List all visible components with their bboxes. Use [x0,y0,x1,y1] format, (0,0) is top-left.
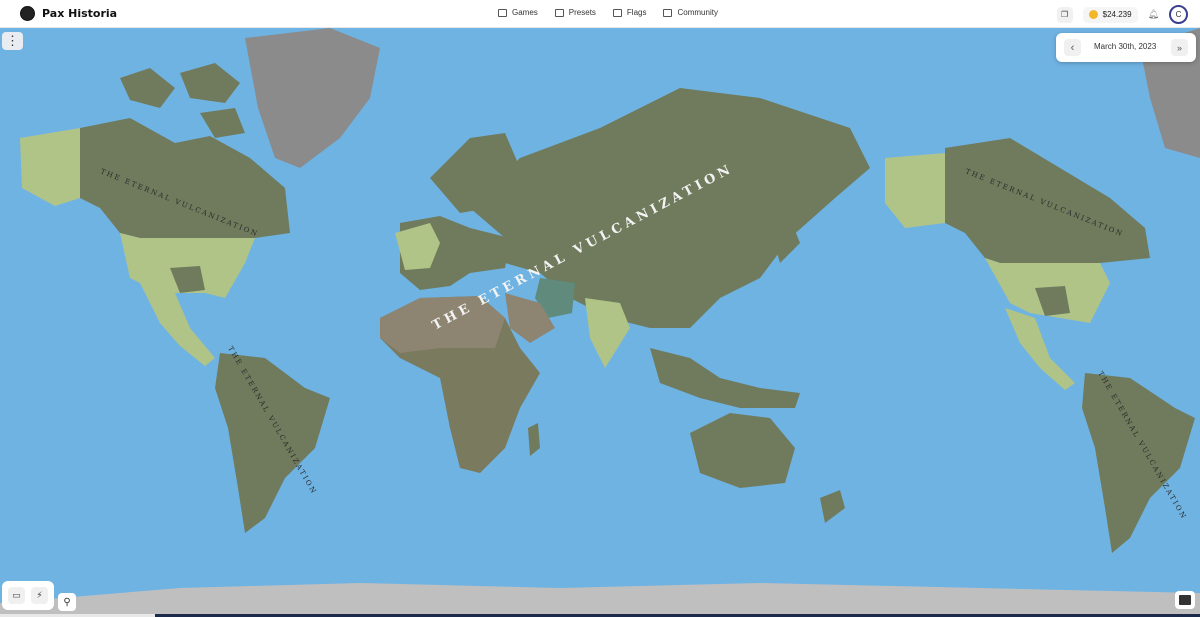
bottom-left-toolbar: ▭ ⚡︎ [2,581,54,610]
coin-balance[interactable]: $24.239 [1082,6,1138,23]
nav-flags-label: Flags [626,8,647,17]
more-vertical-icon[interactable]: ⋮ [2,32,23,50]
book-icon[interactable] [1175,591,1195,609]
chat-icon[interactable]: ▭ [8,587,25,604]
coin-icon [1088,10,1098,19]
avatar[interactable]: C [1169,5,1188,24]
bell-icon[interactable]: 🔔︎ [1148,9,1159,20]
pax-historia-logo-icon [20,6,35,21]
avatar-letter: C [1175,10,1182,19]
nav-community-label: Community [677,8,718,17]
flag-icon [612,8,622,17]
nav-flags[interactable]: Flags [612,8,647,17]
lightning-icon[interactable]: ⚡︎ [31,587,48,604]
app-title: Pax Historia [42,7,118,20]
current-date: March 30th, 2023 [1094,42,1157,51]
nav-games-label: Games [512,8,538,17]
nav-presets-label: Presets [568,8,596,17]
gift-button[interactable]: ❐ [1056,6,1073,23]
header-right-tools: ❐ $24.239 🔔︎ C [1056,5,1188,24]
users-icon [663,8,673,17]
coin-amount: $24.239 [1102,10,1132,19]
main-nav: Games Presets Flags Community [498,8,718,17]
top-navbar: Pax Historia Games Presets Flags Communi… [0,0,1200,28]
nav-community[interactable]: Community [663,8,718,17]
play-icon [554,8,564,17]
chevron-left-icon[interactable]: ‹ [1064,39,1081,56]
gift-icon: ❐ [1061,10,1069,19]
gamepad-icon [498,8,507,17]
nav-games[interactable]: Games [498,8,538,17]
fast-forward-icon[interactable]: » [1171,39,1188,56]
date-panel: ‹ March 30th, 2023 » [1056,33,1196,62]
search-icon[interactable]: ⚲ [58,593,76,611]
nav-presets[interactable]: Presets [554,8,596,17]
brand[interactable]: Pax Historia [20,6,117,21]
world-map[interactable]: THE ETERNAL VULCANIZATION THE ETERNAL VU… [0,28,1200,617]
